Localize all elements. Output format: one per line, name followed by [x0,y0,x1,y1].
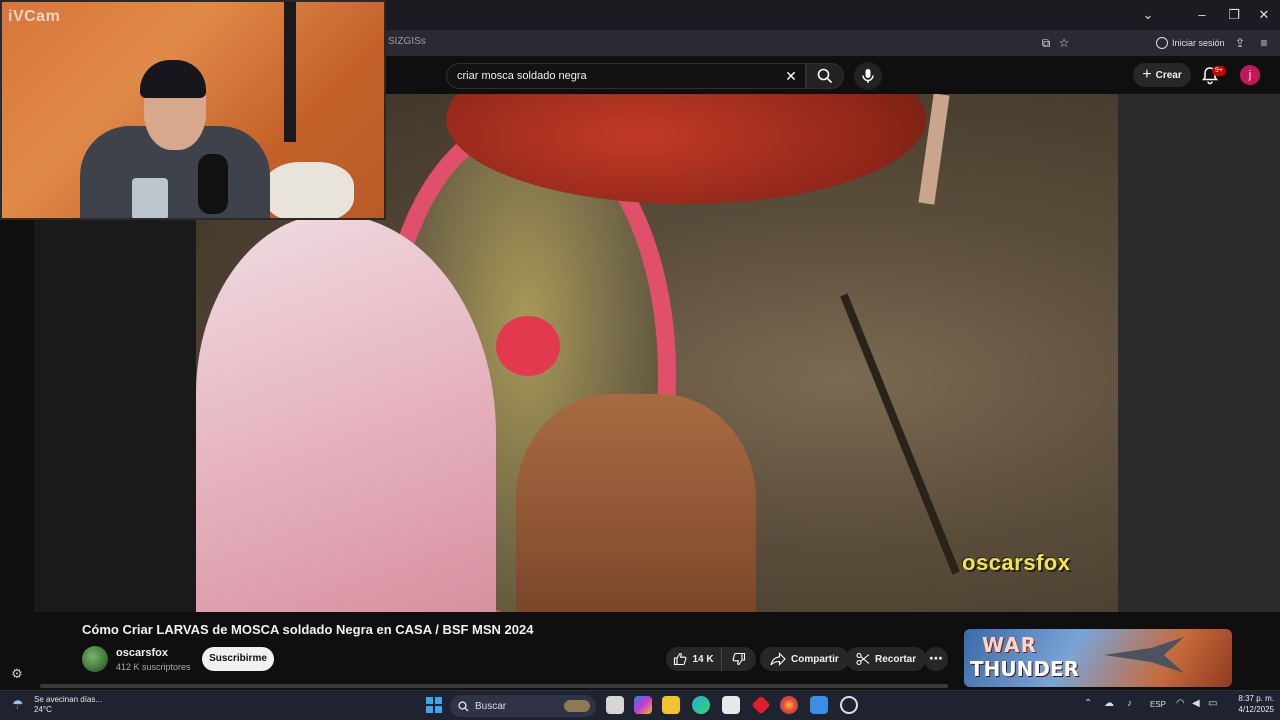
red-app-icon[interactable] [751,695,771,715]
system-clock[interactable]: 8:37 p. m. 4/12/2025 [1226,693,1274,715]
search-input[interactable]: criar mosca soldado negra [457,70,587,82]
taskbar-search[interactable]: Buscar [450,695,596,717]
weather-widget[interactable]: Se avecinan días... 24°C [34,695,102,715]
minimize-button[interactable]: – [1190,6,1214,24]
windows-start-icon[interactable] [426,697,442,713]
share-arrow-icon [770,652,786,666]
weather-temperature: 24°C [34,705,52,714]
firefox-icon[interactable] [780,696,798,714]
clock-date: 4/12/2025 [1238,705,1274,714]
microsoft-store-icon[interactable] [722,696,740,714]
search-icon [817,68,833,84]
browser-menu-icon[interactable]: ≡ [1256,35,1272,51]
webcam-overlay: iVCam [0,0,386,220]
wifi-icon[interactable]: ◠ [1176,698,1185,709]
horizontal-scrollbar[interactable] [40,684,948,688]
video-watermark: oscarsfox [962,550,1071,575]
ad-banner[interactable]: WAR THUNDER [964,629,1232,687]
more-actions-icon[interactable]: ⋯ [924,647,948,671]
language-indicator[interactable]: ESP [1150,700,1166,709]
webcam-background-cloth [264,162,354,218]
bookmark-star-icon[interactable]: ☆ [1056,35,1072,51]
webcam-app-label: iVCam [8,8,61,25]
webcam-background-pole [284,2,296,142]
clock-time: 8:37 p. m. [1238,694,1274,703]
video-ambient-right [1118,94,1280,612]
voice-search-button[interactable] [854,62,882,90]
thumbs-up-icon [674,652,687,666]
signin-button[interactable]: Iniciar sesión [1156,34,1225,52]
copilot-icon[interactable] [634,696,652,714]
file-explorer-icon[interactable] [662,696,680,714]
video-stick [840,293,960,575]
battery-icon[interactable]: ▭ [1208,698,1217,709]
search-highlight-icon [564,700,590,712]
task-view-icon[interactable] [606,696,624,714]
tab-list-chevron-icon[interactable]: ⌄ [1136,6,1160,24]
channel-name[interactable]: oscarsfox [116,647,168,659]
create-label: Crear [1155,69,1182,81]
ad-logo-line2: THUNDER [970,657,1080,681]
search-button[interactable] [806,63,844,89]
cloud-icon[interactable]: ☁ [1104,698,1114,709]
share-button[interactable]: Compartir [760,647,849,671]
scissors-icon [856,652,870,666]
url-text[interactable]: SIZGISs [388,36,426,47]
like-dislike-group: 14 K [666,647,756,671]
subscribe-button[interactable]: Suscribirme [202,647,274,671]
like-count: 14 K [692,653,714,665]
picture-in-picture-icon[interactable]: ⧉ [1038,35,1054,51]
ad-jet-image [1104,637,1184,673]
left-sidebar [0,220,34,690]
video-title: Cómo Criar LARVAS de MOSCA soldado Negra… [82,622,534,637]
windows-taskbar: ☂ Se avecinan días... 24°C Buscar ⌃ ☁ ♪ … [0,690,1280,720]
ivcam-app-icon[interactable] [810,696,828,714]
share-label: Compartir [791,653,839,665]
microphone-icon [862,69,874,83]
edge-browser-icon[interactable] [692,696,710,714]
signin-label: Iniciar sesión [1172,38,1225,48]
ad-logo-line1: WAR [982,633,1038,657]
close-window-button[interactable]: ✕ [1252,6,1276,24]
user-avatar[interactable]: j [1240,65,1260,85]
weather-forecast-text: Se avecinan días... [34,695,103,704]
search-icon [458,700,469,711]
webcam-microphone [198,154,228,214]
maximize-button[interactable]: ❐ [1222,6,1246,24]
plus-icon: + [1142,66,1152,83]
microphone-tray-icon[interactable]: ♪ [1127,698,1132,709]
notification-count-badge: 9+ [1212,66,1226,76]
steam-icon[interactable] [840,696,858,714]
video-hen-feathers [516,394,756,612]
clip-button[interactable]: Recortar [846,647,927,671]
video-hen-comb [496,316,560,376]
channel-avatar[interactable] [82,646,108,672]
dislike-button[interactable] [722,647,756,671]
thumbs-down-icon [732,652,746,666]
settings-gear-icon[interactable]: ⚙ [10,667,24,681]
weather-icon[interactable]: ☂ [12,697,28,712]
taskbar-search-label: Buscar [475,700,507,712]
show-hidden-icons-chevron[interactable]: ⌃ [1084,698,1092,709]
like-button[interactable]: 14 K [666,647,722,671]
volume-icon[interactable]: ◀ [1192,698,1200,709]
search-box[interactable]: criar mosca soldado negra ✕ [446,63,806,89]
clip-label: Recortar [875,653,917,665]
subscriber-count: 412 K suscriptores [116,662,191,672]
webcam-glass [132,178,168,218]
webcam-person-cap [140,60,206,98]
clear-search-icon[interactable]: ✕ [781,66,801,86]
create-button[interactable]: + Crear [1133,63,1191,87]
extensions-icon[interactable]: ⇪ [1232,35,1248,51]
account-icon [1156,37,1168,49]
